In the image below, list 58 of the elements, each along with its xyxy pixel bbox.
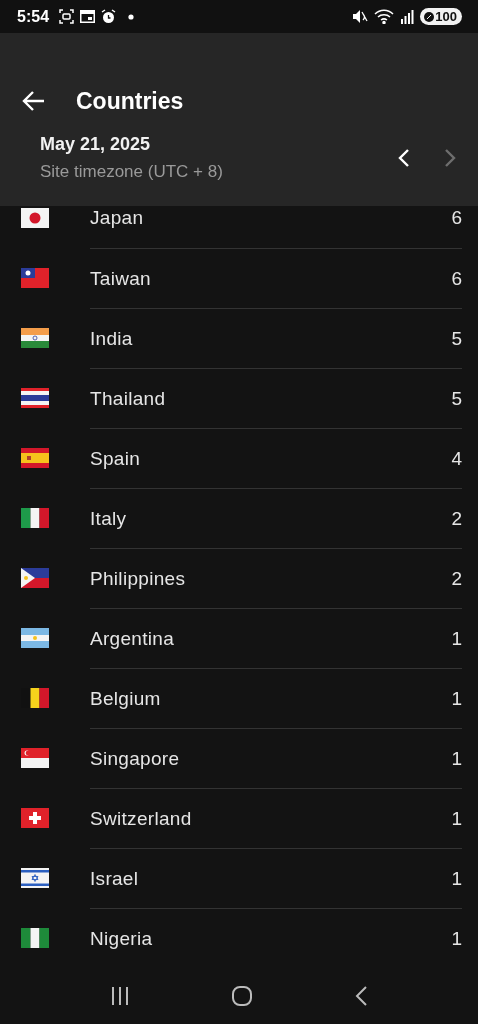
chevron-right-icon <box>444 148 456 168</box>
country-name: Singapore <box>90 747 181 770</box>
back-button[interactable] <box>22 90 46 112</box>
visit-count: 5 <box>451 387 462 410</box>
visit-count: 6 <box>451 267 462 290</box>
country-name: Spain <box>90 447 142 470</box>
date-label: May 21, 2025 <box>40 134 152 155</box>
flag-icon <box>21 508 49 528</box>
back-arrow-icon <box>22 90 46 112</box>
country-name: Israel <box>90 867 140 890</box>
calendar-icon <box>80 10 96 23</box>
country-name: India <box>90 327 134 350</box>
country-name: Taiwan <box>90 267 152 290</box>
country-name: Switzerland <box>90 807 193 830</box>
visit-count: 1 <box>451 807 462 830</box>
country-name: Thailand <box>90 387 167 410</box>
flag-icon <box>21 448 49 468</box>
visit-count: 2 <box>451 507 462 530</box>
visit-count: 6 <box>451 207 462 229</box>
wifi-icon <box>374 9 395 24</box>
flag-icon <box>21 268 49 288</box>
country-name: Argentina <box>90 627 176 650</box>
flag-icon <box>21 628 49 648</box>
visit-count: 1 <box>451 627 462 650</box>
visit-count: 4 <box>451 447 462 470</box>
flag-icon <box>21 208 49 228</box>
flag-icon <box>21 928 49 948</box>
visit-count: 5 <box>451 327 462 350</box>
battery-level: 100 <box>435 9 457 24</box>
visit-count: 1 <box>451 927 462 950</box>
mute-icon <box>352 9 369 24</box>
flag-icon <box>21 868 49 888</box>
previous-day-button[interactable] <box>398 148 410 168</box>
home-icon[interactable] <box>231 985 253 1007</box>
page-title: Countries <box>76 87 184 115</box>
visit-count: 1 <box>451 687 462 710</box>
timezone-label: Site timezone (UTC + 8) <box>40 162 224 182</box>
country-name: Japan <box>90 207 145 229</box>
visit-count: 1 <box>451 867 462 890</box>
status-time: 5:54 <box>17 7 50 26</box>
alarm-icon <box>101 9 117 24</box>
flag-icon <box>21 748 49 768</box>
country-name: Italy <box>90 507 128 530</box>
country-name: Belgium <box>90 687 162 710</box>
leaf-icon <box>424 11 435 22</box>
visit-count: 1 <box>451 747 462 770</box>
screenshot-icon <box>59 9 75 24</box>
country-name: Nigeria <box>90 927 154 950</box>
recent-apps-icon[interactable] <box>110 987 131 1005</box>
chevron-left-icon <box>398 148 410 168</box>
back-icon[interactable] <box>353 985 368 1007</box>
country-name: Philippines <box>90 567 187 590</box>
flag-icon <box>21 328 49 348</box>
flag-icon <box>21 388 49 408</box>
flag-icon <box>21 808 49 828</box>
flag-icon <box>21 568 49 588</box>
signal-icon <box>400 9 415 24</box>
visit-count: 2 <box>451 567 462 590</box>
